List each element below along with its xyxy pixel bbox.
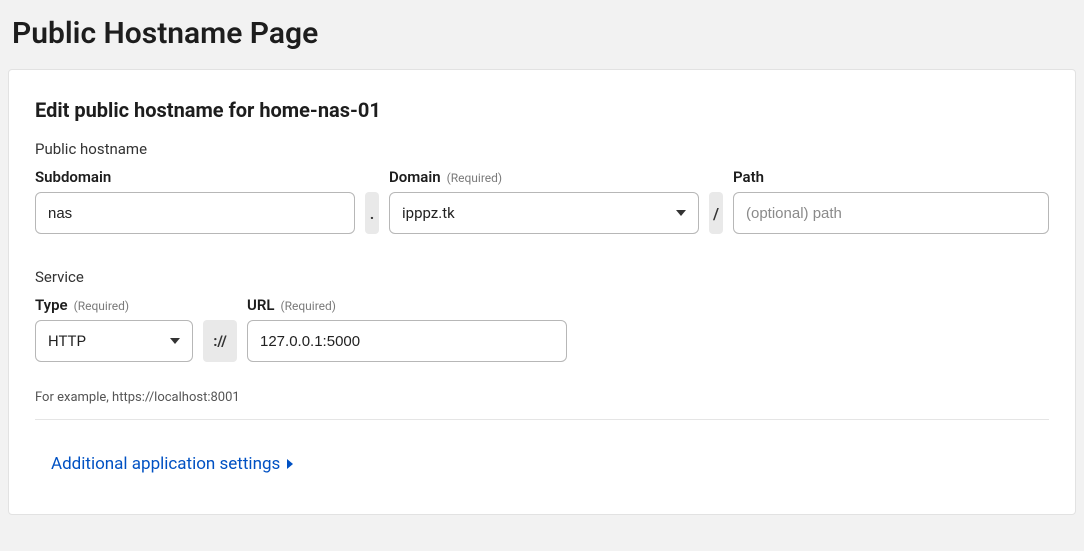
- service-row: Type (Required) HTTP :// URL (Required): [35, 296, 1049, 362]
- domain-required-tag: (Required): [447, 171, 502, 185]
- type-group: Type (Required) HTTP: [35, 296, 193, 362]
- url-label-text: URL: [247, 296, 275, 314]
- dot-separator: .: [365, 192, 379, 234]
- url-label: URL (Required): [247, 296, 567, 314]
- url-input[interactable]: [247, 320, 567, 362]
- hostname-section-label: Public hostname: [35, 140, 1049, 158]
- path-label: Path: [733, 168, 1049, 186]
- hostname-card: Edit public hostname for home-nas-01 Pub…: [8, 69, 1076, 515]
- card-title: Edit public hostname for home-nas-01: [35, 98, 1049, 122]
- path-group: Path: [733, 168, 1049, 234]
- domain-label: Domain (Required): [389, 168, 699, 186]
- type-label: Type (Required): [35, 296, 193, 314]
- url-group: URL (Required): [247, 296, 567, 362]
- protocol-separator: ://: [203, 320, 237, 362]
- page-header: Public Hostname Page: [0, 0, 1084, 69]
- type-select[interactable]: HTTP: [35, 320, 193, 362]
- additional-settings-label: Additional application settings: [51, 454, 280, 474]
- domain-select[interactable]: ipppz.tk: [389, 192, 699, 234]
- chevron-down-icon: [170, 338, 180, 344]
- subdomain-input[interactable]: [35, 192, 355, 234]
- domain-label-text: Domain: [389, 168, 441, 186]
- additional-settings-toggle[interactable]: Additional application settings: [35, 454, 293, 474]
- slash-separator: /: [709, 192, 723, 234]
- divider: [35, 419, 1049, 420]
- subdomain-label: Subdomain: [35, 168, 355, 186]
- hostname-row: Subdomain . Domain (Required) ipppz.tk /…: [35, 168, 1049, 234]
- chevron-down-icon: [676, 210, 686, 216]
- service-section: Service Type (Required) HTTP :// URL (Re…: [35, 268, 1049, 474]
- domain-group: Domain (Required) ipppz.tk: [389, 168, 699, 234]
- chevron-right-icon: [287, 459, 293, 469]
- page-title: Public Hostname Page: [12, 16, 1072, 51]
- type-required-tag: (Required): [74, 299, 129, 313]
- url-required-tag: (Required): [281, 299, 336, 313]
- example-text: For example, https://localhost:8001: [35, 390, 1049, 405]
- domain-value: ipppz.tk: [402, 204, 455, 222]
- service-section-label: Service: [35, 268, 1049, 286]
- path-input[interactable]: [733, 192, 1049, 234]
- type-label-text: Type: [35, 296, 68, 314]
- subdomain-group: Subdomain: [35, 168, 355, 234]
- type-value: HTTP: [48, 332, 86, 350]
